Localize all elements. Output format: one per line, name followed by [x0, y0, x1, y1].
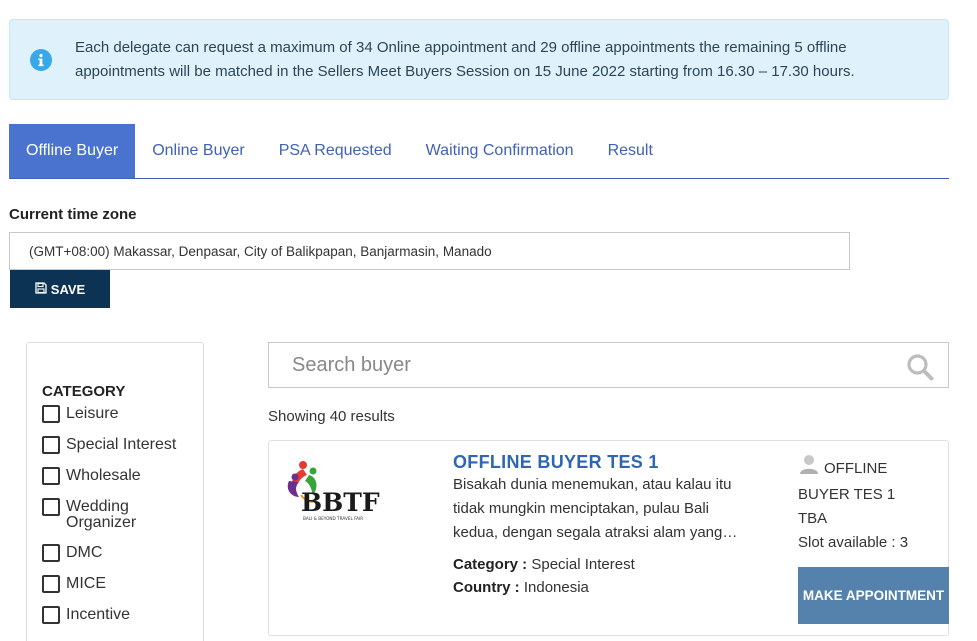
buyer-description: Bisakah dunia menemukan, atau kalau itu … — [453, 476, 738, 541]
buyer-category: Category : Special Interest — [453, 556, 635, 573]
buyer-contact: OFFLINE BUYER TES 1 TBA Slot available :… — [798, 453, 938, 555]
buyer-name[interactable]: OFFLINE BUYER TES 1 — [453, 452, 659, 473]
buyer-card: BBTF BALI & BEYOND TRAVEL FAIR OFFLINE B… — [268, 440, 949, 636]
category-wedding-organizer[interactable]: Wedding Organizer — [42, 497, 203, 531]
user-avatar-icon — [798, 453, 820, 483]
checkbox[interactable] — [42, 436, 60, 454]
category-label: Leisure — [66, 405, 119, 422]
search-input[interactable] — [292, 345, 912, 385]
tab-result[interactable]: Result — [591, 124, 670, 178]
category-value: Special Interest — [531, 556, 635, 573]
buyer-country: Country : Indonesia — [453, 579, 589, 596]
category-label: MICE — [66, 575, 106, 592]
category-mice[interactable]: MICE — [42, 574, 203, 593]
category-label: Wholesale — [66, 467, 141, 484]
info-icon — [30, 48, 52, 71]
category-special-interest[interactable]: Special Interest — [42, 435, 203, 454]
make-appointment-button[interactable]: MAKE APPOINTMENT — [798, 567, 949, 624]
bbtf-logo: BBTF BALI & BEYOND TRAVEL FAIR — [283, 455, 393, 525]
filter-title: CATEGORY — [42, 383, 126, 400]
category-label: DMC — [66, 544, 103, 561]
search-icon[interactable] — [906, 353, 934, 386]
buyer-tabs: Offline Buyer Online Buyer PSA Requested… — [9, 124, 949, 179]
category-incentive[interactable]: Incentive — [42, 605, 203, 624]
tab-online-buyer[interactable]: Online Buyer — [135, 124, 262, 178]
checkbox[interactable] — [42, 467, 60, 485]
category-dmc[interactable]: DMC — [42, 543, 203, 562]
contact-role: TBA — [798, 510, 828, 527]
checkbox[interactable] — [42, 405, 60, 423]
info-notice: Each delegate can request a maximum of 3… — [9, 19, 949, 100]
tab-offline-buyer[interactable]: Offline Buyer — [9, 124, 136, 178]
tab-waiting-confirmation[interactable]: Waiting Confirmation — [409, 124, 591, 178]
save-button-label: SAVE — [50, 281, 86, 297]
category-wholesale[interactable]: Wholesale — [42, 466, 203, 485]
category-leisure[interactable]: Leisure — [42, 404, 203, 423]
timezone-label: Current time zone — [9, 206, 137, 223]
slot-available: Slot available : 3 — [798, 534, 909, 551]
results-count: Showing 40 results — [268, 408, 395, 425]
category-label: Wedding Organizer — [66, 498, 137, 531]
country-value: Indonesia — [523, 579, 589, 596]
category-field-label: Category : — [453, 556, 528, 573]
logo-tagline: BALI & BEYOND TRAVEL FAIR — [303, 516, 363, 521]
timezone-input[interactable] — [9, 232, 850, 270]
category-filter: CATEGORY Leisure Special Interest Wholes… — [26, 342, 204, 641]
notice-text: Each delegate can request a maximum of 3… — [75, 38, 855, 80]
country-field-label: Country : — [453, 579, 520, 596]
checkbox[interactable] — [42, 498, 60, 516]
checkbox[interactable] — [42, 575, 60, 593]
category-label: Special Interest — [66, 436, 177, 453]
save-button[interactable]: SAVE — [10, 270, 110, 308]
checkbox[interactable] — [42, 544, 60, 562]
logo-wordmark: BBTF — [301, 488, 380, 517]
floppy-disk-icon — [35, 281, 47, 297]
category-label: Incentive — [66, 606, 131, 623]
search-box — [268, 342, 949, 388]
tab-psa-requested[interactable]: PSA Requested — [262, 124, 409, 178]
checkbox[interactable] — [42, 606, 60, 624]
